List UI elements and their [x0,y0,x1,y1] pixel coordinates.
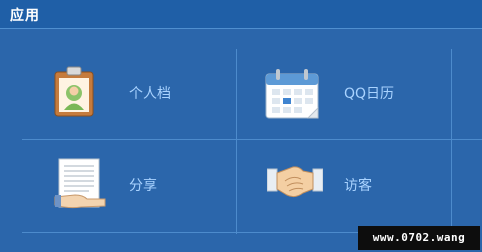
apps-panel: 个人档 QQ日历 分享 访客 [0,29,482,252]
handshake-icon [267,166,323,198]
watermark: www.0702.wang [358,226,480,250]
share-document-icon [54,158,106,209]
app-label-profile: 个人档 [129,86,171,102]
titlebar: 应用 [0,0,482,29]
app-tile-share[interactable]: 分享 [40,147,230,222]
app-label-share: 分享 [129,178,157,194]
app-label-visitor: 访客 [344,178,372,194]
page-title: 应用 [10,8,40,24]
app-tile-visitor[interactable]: 访客 [258,147,448,222]
grid-divider [22,139,482,140]
grid-divider [236,49,237,234]
grid-divider [451,49,452,234]
app-tile-calendar[interactable]: QQ日历 [258,59,448,134]
app-label-calendar: QQ日历 [344,86,395,102]
app-tile-profile[interactable]: 个人档 [40,59,230,134]
profile-clipboard-icon [54,66,94,117]
calendar-icon [265,69,319,119]
